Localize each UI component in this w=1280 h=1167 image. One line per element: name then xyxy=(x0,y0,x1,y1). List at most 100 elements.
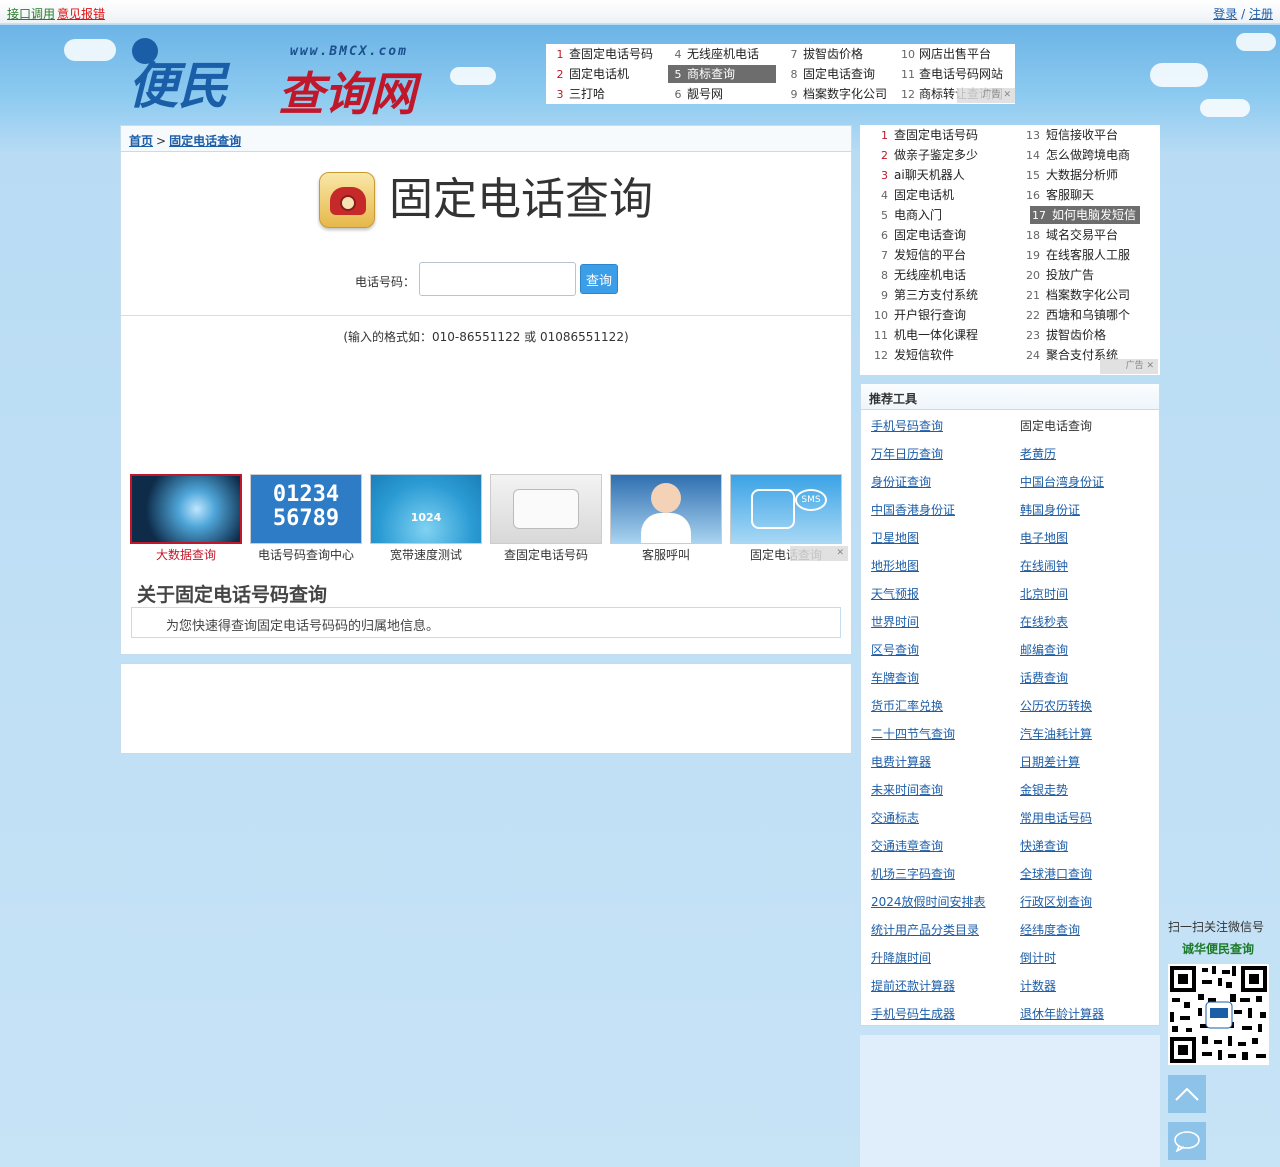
site-logo[interactable]: www.BMCX.com 便民 查询网 xyxy=(128,36,438,121)
tool-link[interactable]: 卫星地图 xyxy=(871,529,919,546)
tool-link[interactable]: 身份证查询 xyxy=(871,473,931,490)
tool-link[interactable]: 计数器 xyxy=(1020,977,1056,994)
thumb-item[interactable]: 大数据查询 xyxy=(130,474,242,563)
ad-close-tag[interactable]: ✕ xyxy=(790,546,848,561)
tool-link[interactable]: 邮编查询 xyxy=(1020,641,1068,658)
tool-link[interactable]: 电子地图 xyxy=(1020,529,1068,546)
ad-close-tag[interactable]: 广告 ✕ xyxy=(1100,359,1158,374)
right-ad-item[interactable]: 15 大数据分析师 xyxy=(1018,166,1122,184)
right-ad-item[interactable]: 8 无线座机电话 xyxy=(866,266,970,284)
thumb-item[interactable]: 客服呼叫 xyxy=(610,474,722,563)
query-button[interactable]: 查询 xyxy=(580,264,618,294)
back-to-top-button[interactable] xyxy=(1168,1075,1206,1113)
tool-link[interactable]: 货币汇率兑换 xyxy=(871,697,943,714)
tool-link[interactable]: 老黄历 xyxy=(1020,445,1056,462)
right-ad-item[interactable]: 20 投放广告 xyxy=(1018,266,1098,284)
tool-link[interactable]: 全球港口查询 xyxy=(1020,865,1092,882)
header-ad-item[interactable]: 4 无线座机电话 xyxy=(668,45,776,63)
tool-link[interactable]: 韩国身份证 xyxy=(1020,501,1080,518)
api-link[interactable]: 接口调用 xyxy=(7,7,55,21)
header-ad-item[interactable]: 3 三打哈 xyxy=(550,85,666,103)
right-ad-item[interactable]: 22 西塘和乌镇哪个 xyxy=(1018,306,1134,324)
right-ad-item[interactable]: 11 机电一体化课程 xyxy=(866,326,982,344)
thumb-item[interactable]: 1024 宽带速度测试 xyxy=(370,474,482,563)
tool-link[interactable]: 快递查询 xyxy=(1020,837,1068,854)
tool-link[interactable]: 机场三字码查询 xyxy=(871,865,955,882)
feedback-button[interactable] xyxy=(1168,1122,1206,1160)
tool-link[interactable]: 天气预报 xyxy=(871,585,919,602)
tool-link[interactable]: 常用电话号码 xyxy=(1020,809,1092,826)
tool-link[interactable]: 公历农历转换 xyxy=(1020,697,1092,714)
tool-link[interactable]: 地形地图 xyxy=(871,557,919,574)
tool-link[interactable]: 电费计算器 xyxy=(871,753,931,770)
tool-link[interactable]: 日期差计算 xyxy=(1020,753,1080,770)
tool-link[interactable]: 区号查询 xyxy=(871,641,919,658)
header-ad-item[interactable]: 6 靓号网 xyxy=(668,85,776,103)
tool-link[interactable]: 中国香港身份证 xyxy=(871,501,955,518)
tool-link[interactable]: 经纬度查询 xyxy=(1020,921,1080,938)
header-ad-item[interactable]: 10 网店出售平台 xyxy=(896,45,1012,63)
right-ad-item[interactable]: 1 查固定电话号码 xyxy=(866,126,982,144)
right-ad-item[interactable]: 14 怎么做跨境电商 xyxy=(1018,146,1134,164)
header-ad-item[interactable]: 2 固定电话机 xyxy=(550,65,666,83)
header-ad-item[interactable]: 8 固定电话查询 xyxy=(784,65,896,83)
header-ad-item[interactable]: 5 商标查询 xyxy=(668,65,776,83)
tool-link[interactable]: 倒计时 xyxy=(1020,949,1056,966)
tool-link[interactable]: 升降旗时间 xyxy=(871,949,931,966)
tool-link[interactable]: 2024放假时间安排表 xyxy=(871,893,986,910)
tool-link[interactable]: 中国台湾身份证 xyxy=(1020,473,1104,490)
right-ad-item[interactable]: 10 开户银行查询 xyxy=(866,306,970,324)
tool-link[interactable]: 手机号码查询 xyxy=(871,417,943,434)
login-link[interactable]: 登录 xyxy=(1213,7,1237,21)
right-ad-item[interactable]: 21 档案数字化公司 xyxy=(1018,286,1134,304)
tool-link[interactable]: 未来时间查询 xyxy=(871,781,943,798)
ad-rank: 23 xyxy=(1026,329,1040,342)
right-ad-item[interactable]: 18 域名交易平台 xyxy=(1018,226,1122,244)
thumb-item[interactable]: 01234 56789 电话号码查询中心 xyxy=(250,474,362,563)
tool-link[interactable]: 退休年龄计算器 xyxy=(1020,1005,1104,1022)
tool-link[interactable]: 在线闹钟 xyxy=(1020,557,1068,574)
right-ad-item[interactable]: 5 电商入门 xyxy=(866,206,946,224)
tool-link[interactable]: 世界时间 xyxy=(871,613,919,630)
tool-link[interactable]: 二十四节气查询 xyxy=(871,725,955,742)
tool-link[interactable]: 金银走势 xyxy=(1020,781,1068,798)
header-ad-item[interactable]: 7 拔智齿价格 xyxy=(784,45,896,63)
tool-link[interactable]: 在线秒表 xyxy=(1020,613,1068,630)
header-ad-item[interactable]: 9 档案数字化公司 xyxy=(784,85,896,103)
header-ad-item[interactable]: 11 查电话号码网站 xyxy=(896,65,1012,83)
breadcrumb-home[interactable]: 首页 xyxy=(129,134,153,148)
thumb-item[interactable]: 查固定电话号码 xyxy=(490,474,602,563)
phone-input[interactable] xyxy=(419,262,576,296)
register-link[interactable]: 注册 xyxy=(1249,7,1273,21)
tool-link[interactable]: 交通违章查询 xyxy=(871,837,943,854)
tool-link[interactable]: 行政区划查询 xyxy=(1020,893,1092,910)
right-ad-item[interactable]: 6 固定电话查询 xyxy=(866,226,970,244)
tool-link[interactable]: 车牌查询 xyxy=(871,669,919,686)
right-ad-item[interactable]: 23 拔智齿价格 xyxy=(1018,326,1110,344)
breadcrumb-current[interactable]: 固定电话查询 xyxy=(169,134,241,148)
ad-rank: 21 xyxy=(1026,289,1040,302)
right-ad-item[interactable]: 9 第三方支付系统 xyxy=(866,286,982,304)
phone-outline-icon xyxy=(751,489,795,529)
tool-link[interactable]: 手机号码生成器 xyxy=(871,1005,955,1022)
tool-link[interactable]: 统计用产品分类目录 xyxy=(871,921,979,938)
header-ad-item[interactable]: 1 查固定电话号码 xyxy=(550,45,666,63)
tool-link[interactable]: 汽车油耗计算 xyxy=(1020,725,1092,742)
right-ad-item[interactable]: 3 ai聊天机器人 xyxy=(866,166,969,184)
ad-close-tag[interactable]: 广告 ✕ xyxy=(957,88,1015,103)
tool-link[interactable]: 交通标志 xyxy=(871,809,919,826)
right-ad-item[interactable]: 12 发短信软件 xyxy=(866,346,958,364)
tool-link-current[interactable]: 固定电话查询 xyxy=(1020,417,1092,434)
tool-link[interactable]: 提前还款计算器 xyxy=(871,977,955,994)
right-ad-item[interactable]: 16 客服聊天 xyxy=(1018,186,1098,204)
right-ad-item[interactable]: 19 在线客服人工服 xyxy=(1018,246,1134,264)
tool-link[interactable]: 万年日历查询 xyxy=(871,445,943,462)
right-ad-item[interactable]: 4 固定电话机 xyxy=(866,186,958,204)
tool-link[interactable]: 话费查询 xyxy=(1020,669,1068,686)
tool-link[interactable]: 北京时间 xyxy=(1020,585,1068,602)
report-link[interactable]: 意见报错 xyxy=(57,7,105,21)
right-ad-item[interactable]: 17 如何电脑发短信 xyxy=(1030,206,1141,224)
right-ad-item[interactable]: 2 做亲子鉴定多少 xyxy=(866,146,982,164)
right-ad-item[interactable]: 7 发短信的平台 xyxy=(866,246,970,264)
right-ad-item[interactable]: 13 短信接收平台 xyxy=(1018,126,1122,144)
